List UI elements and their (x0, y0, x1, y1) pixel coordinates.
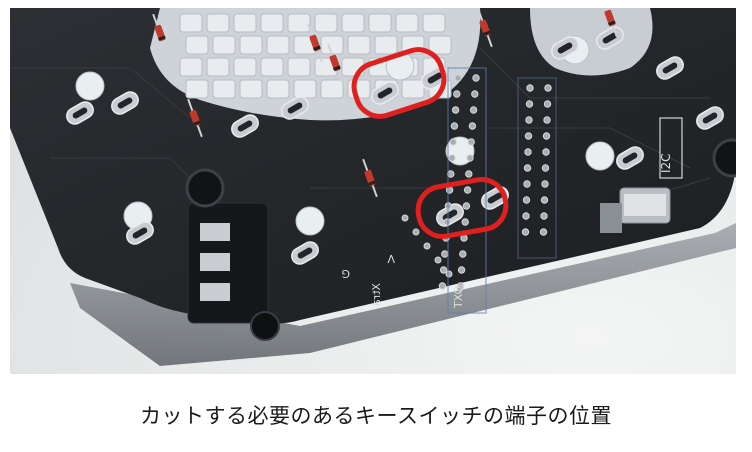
key-pad (179, 13, 203, 33)
key-pad (206, 57, 230, 77)
key-pad (233, 57, 257, 77)
silk-xtra: Xtra (370, 283, 383, 306)
header-pin (543, 100, 552, 108)
header-pin (544, 84, 552, 92)
key-pad (368, 13, 392, 33)
header-pin (522, 212, 530, 220)
header-pin (471, 90, 479, 98)
header-pin (451, 106, 460, 114)
header-pin (438, 282, 447, 290)
key-pad (395, 13, 419, 33)
pcb-photo: I2C Xtra G V TXO (10, 8, 736, 374)
key-pad (401, 79, 425, 99)
key-pad (239, 35, 263, 55)
header-pin (423, 242, 431, 250)
key-pad (185, 35, 209, 55)
header-pin (466, 154, 474, 162)
key-pad (422, 13, 446, 33)
header-pin (439, 266, 448, 274)
header-pin (401, 214, 409, 222)
header-pin (448, 154, 456, 162)
header-pin (412, 228, 420, 236)
key-pad (341, 13, 365, 33)
header-pin (523, 180, 531, 188)
header-pin (524, 132, 533, 140)
key-pad (374, 35, 398, 55)
header-pin (543, 116, 551, 124)
photo-caption: カットする必要のあるキースイッチの端子の位置 (140, 404, 612, 428)
key-pad (320, 79, 344, 99)
header-pin (450, 122, 459, 130)
key-pad (320, 35, 344, 55)
silk-g: G (341, 267, 350, 280)
header-pin (525, 116, 533, 124)
audio-jack (187, 202, 280, 341)
led-diffuser (585, 141, 615, 171)
header-pin (521, 228, 530, 236)
key-pad (293, 79, 317, 99)
header-pin (525, 100, 534, 108)
key-pad (347, 35, 371, 55)
header-pin (472, 74, 480, 82)
key-pad (287, 57, 311, 77)
key-pad (266, 35, 290, 55)
header-pin (461, 218, 469, 226)
header-pin (443, 218, 451, 226)
key-pad (314, 13, 338, 33)
header-pin (449, 138, 457, 146)
header-pin (539, 228, 548, 236)
led-diffuser (295, 206, 325, 236)
key-pad (428, 35, 452, 55)
silk-i2c: I2C (659, 153, 673, 173)
key-pad (266, 79, 290, 99)
header-pin (462, 202, 471, 210)
header-pin (467, 138, 475, 146)
header-pin (441, 250, 449, 258)
header-pin (526, 84, 534, 92)
led-diffuser (75, 71, 105, 101)
silk-txo: TXO (452, 285, 465, 309)
header-pin (540, 212, 548, 220)
header-pin (459, 250, 467, 258)
header-pin (453, 90, 461, 98)
key-pad (260, 57, 284, 77)
key-pad (260, 13, 284, 33)
header-pin (457, 266, 466, 274)
key-pad (179, 57, 203, 77)
key-pad (287, 13, 311, 33)
header-pin (542, 132, 551, 140)
header-pin (445, 270, 453, 278)
header-pin (468, 122, 477, 130)
header-pin (434, 256, 442, 264)
header-pin (463, 186, 472, 194)
header-pin (542, 148, 550, 156)
header-pin (541, 180, 549, 188)
key-pad (212, 35, 236, 55)
key-pad (239, 79, 263, 99)
header-pin (465, 170, 473, 178)
header-pin (522, 196, 531, 204)
mount-hole (185, 168, 225, 208)
key-pad (233, 13, 257, 33)
header-pin (524, 148, 532, 156)
header-pin (523, 164, 532, 172)
header-pin (541, 164, 550, 172)
key-pad (212, 79, 236, 99)
header-pin (445, 186, 454, 194)
header-pin (540, 196, 549, 204)
key-pad (185, 79, 209, 99)
key-pad (206, 13, 230, 33)
header-pin (454, 74, 462, 82)
key-pad (347, 79, 371, 99)
header-pin (469, 106, 478, 114)
silk-v: V (387, 252, 395, 265)
